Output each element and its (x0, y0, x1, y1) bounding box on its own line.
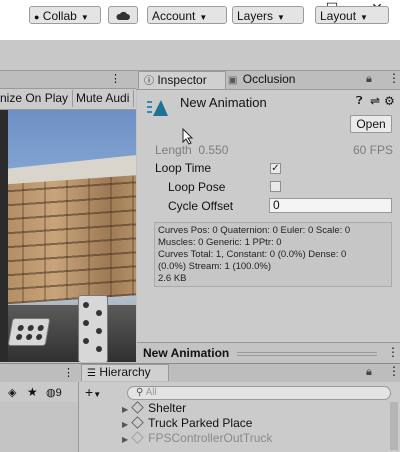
hierarchy-item-truck-parked-place[interactable]: ▶ Truck Parked Place (122, 416, 252, 431)
clip-stats-box: Curves Pos: 0 Quaternion: 0 Euler: 0 Sca… (154, 222, 392, 287)
loop-pose-checkbox[interactable] (270, 181, 281, 192)
hierarchy-item-label: Shelter (148, 401, 187, 415)
create-add-button[interactable]: +▼ (85, 384, 101, 400)
help-icon[interactable]: ❓︎ (356, 95, 363, 108)
chevron-down-icon: ▼ (199, 13, 208, 22)
project-panel: ◈ ★ ◍9 (0, 382, 79, 452)
account-label: Account (152, 9, 196, 23)
panel-menu-icon[interactable]: ⋮ (110, 72, 121, 85)
loop-pose-label: Loop Pose (168, 180, 226, 194)
lock-icon[interactable]: 🔒︎ (366, 366, 372, 379)
tab-inspector[interactable]: ⓘ Inspector (138, 71, 226, 89)
stats-line: Curves Pos: 0 Quaternion: 0 Euler: 0 Sca… (158, 225, 351, 236)
expand-arrow-icon[interactable]: ▶ (122, 420, 128, 429)
stats-line: 2.6 KB (158, 273, 187, 284)
cycle-offset-field[interactable]: 0 (269, 198, 392, 213)
gear-icon[interactable]: ⚙ (384, 94, 395, 108)
hidden-packages-icon[interactable]: ◍9 (46, 386, 62, 399)
preview-header[interactable]: New Animation ⋮ (137, 342, 400, 363)
package-count: 9 (55, 387, 62, 399)
expand-arrow-icon[interactable]: ▶ (122, 435, 128, 444)
length-label: Length 0.550 (155, 143, 229, 157)
gas-pedal (78, 295, 108, 362)
loop-time-checkbox[interactable]: ✓ (270, 163, 281, 174)
layers-label: Layers (237, 9, 274, 23)
preview-title: New Animation (143, 346, 230, 360)
tab-occlusion-label: Occlusion (242, 72, 296, 86)
project-tree[interactable] (0, 402, 78, 452)
search-placeholder: All (145, 387, 157, 398)
panel-menu-icon[interactable]: ⋮ (388, 71, 400, 85)
gameobject-cube-icon (131, 431, 144, 444)
stats-line: Curves Total: 1, Constant: 0 (0.0%) Dens… (158, 249, 347, 260)
cycle-offset-label: Cycle Offset (168, 199, 234, 213)
stone-wall (0, 175, 136, 305)
animation-clip-icon (147, 100, 168, 116)
mute-audio-toggle[interactable]: Mute Audi (72, 90, 135, 107)
maximize-on-play-toggle[interactable]: nize On Play (0, 90, 74, 107)
search-icon: ⚲ (136, 387, 144, 398)
hierarchy-item-fpscontrolleroutruck[interactable]: ▶ FPSControllerOutTruck (122, 431, 272, 446)
fps-label: 60 FPS (353, 143, 394, 157)
door-pillar (0, 110, 8, 362)
tab-occlusion[interactable]: ▣ Occlusion (228, 71, 324, 89)
account-dropdown[interactable]: Account ▼ (147, 6, 227, 24)
asset-title: New Animation (180, 95, 267, 110)
stats-line: Muscles: 0 Generic: 1 PPtr: 0 (158, 237, 282, 248)
tab-hierarchy-label: Hierarchy (99, 365, 151, 379)
lock-icon[interactable]: 🔒︎ (366, 73, 372, 86)
panel-menu-icon[interactable]: ⋮ (388, 364, 400, 378)
tag-icon[interactable]: ◈ (8, 386, 16, 399)
open-button[interactable]: Open (350, 115, 392, 133)
panel-menu-icon[interactable]: ⋮ (63, 366, 74, 379)
gameobject-cube-icon (131, 401, 144, 414)
hierarchy-item-label: Truck Parked Place (148, 416, 253, 430)
preset-icon[interactable]: ⇌ (370, 94, 380, 108)
length-value: 0.550 (198, 143, 229, 157)
preview-menu-icon[interactable]: ⋮ (387, 345, 399, 359)
bottom-tab-strip (0, 363, 400, 383)
info-icon: ⓘ (144, 76, 154, 87)
hierarchy-search-input[interactable]: ⚲ All (127, 386, 391, 400)
collab-dropdown[interactable]: ● Collab ▼ (29, 6, 101, 24)
hierarchy-list-icon: ☰ (87, 368, 96, 379)
tab-inspector-label: Inspector (157, 73, 207, 87)
layout-label: Layout (320, 9, 357, 23)
drag-handle[interactable] (237, 352, 377, 356)
chevron-down-icon: ▼ (277, 13, 285, 22)
layers-dropdown[interactable]: Layers ▼ (232, 6, 304, 24)
favorite-star-icon[interactable]: ★ (27, 385, 38, 399)
brake-pedal (7, 318, 51, 346)
chevron-down-icon: ▼ (360, 13, 368, 22)
cloud-icon (116, 11, 130, 20)
collab-check-icon: ● (34, 12, 40, 22)
main-toolbar (0, 40, 400, 71)
collab-label: Collab (42, 9, 77, 23)
cloud-button[interactable] (108, 6, 138, 24)
hierarchy-scrollbar[interactable] (390, 402, 398, 450)
occlusion-icon: ▣ (228, 75, 238, 86)
hierarchy-item-label: FPSControllerOutTruck (148, 431, 273, 445)
game-view-viewport[interactable] (0, 110, 136, 362)
game-view-toolbar: nize On Play Mute Audi (0, 89, 136, 110)
gameobject-cube-icon (131, 416, 144, 429)
expand-arrow-icon[interactable]: ▶ (122, 405, 128, 414)
chevron-down-icon: ▼ (80, 13, 89, 22)
tab-hierarchy[interactable]: ☰ Hierarchy (81, 364, 169, 381)
stats-line: (0.0%) Stream: 1 (100.0%) (158, 261, 271, 272)
game-view-tab-strip: ⋮ (0, 71, 136, 89)
loop-time-label: Loop Time (155, 161, 212, 175)
hierarchy-item-shelter[interactable]: ▶ Shelter (122, 401, 186, 416)
layout-dropdown[interactable]: Layout ▼ (315, 6, 389, 24)
